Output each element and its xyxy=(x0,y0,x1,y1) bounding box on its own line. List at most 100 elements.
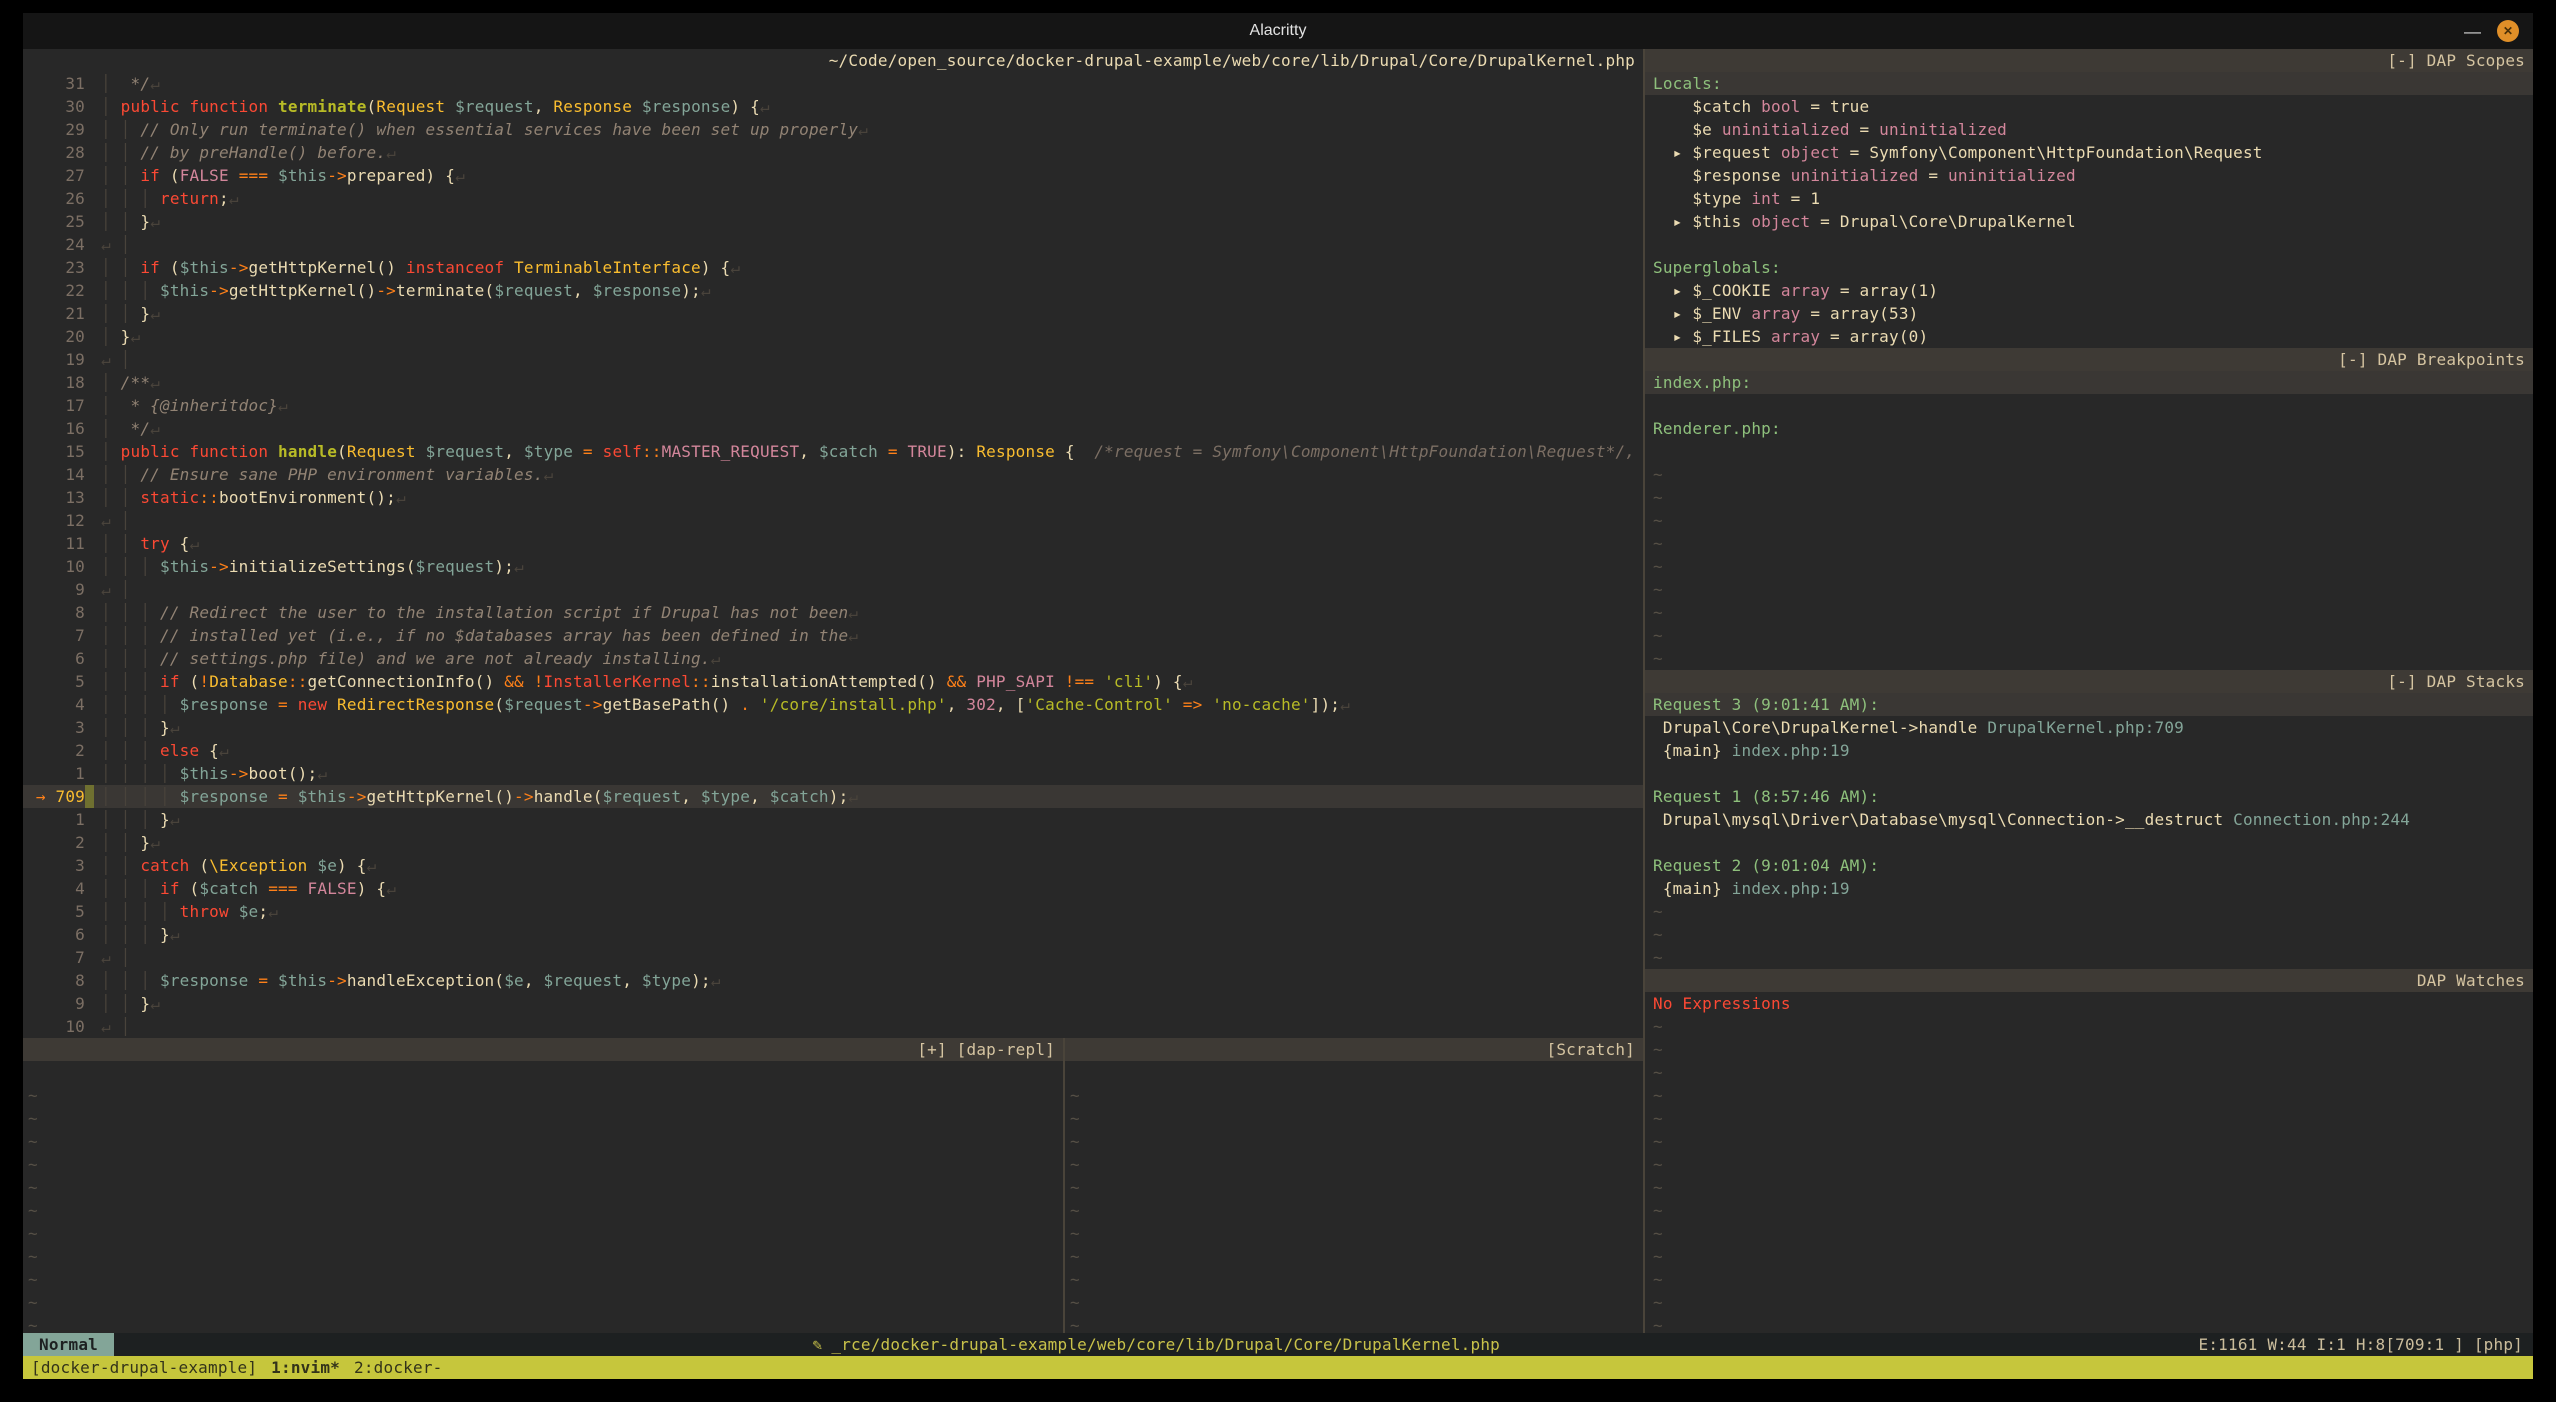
breakpoint-line[interactable]: ~ xyxy=(1645,578,2533,601)
watch-line[interactable]: ~ xyxy=(1645,1314,2533,1333)
dap-breakpoints-header[interactable]: [-] DAP Breakpoints xyxy=(1645,348,2533,371)
dap-scopes-header[interactable]: [-] DAP Scopes xyxy=(1645,49,2533,72)
scope-line[interactable] xyxy=(1645,233,2533,256)
tmux-window-1[interactable]: 1:nvim* xyxy=(271,1356,340,1379)
scratch-line[interactable]: ~ xyxy=(1065,1291,1643,1314)
scope-line[interactable]: ▸ $_ENV array = array(53) xyxy=(1645,302,2533,325)
breakpoint-line[interactable]: Renderer.php: xyxy=(1645,417,2533,440)
breakpoint-line[interactable]: ~ xyxy=(1645,647,2533,670)
breakpoint-line[interactable]: ~ xyxy=(1645,486,2533,509)
minimize-button[interactable]: — xyxy=(2464,23,2481,40)
code-line[interactable]: 11│ │ try {↵ xyxy=(23,532,1643,555)
watch-line[interactable]: ~ xyxy=(1645,1015,2533,1038)
code-line[interactable]: 1│ │ │ }↵ xyxy=(23,808,1643,831)
code-line[interactable]: 3│ │ catch (\Exception $e) {↵ xyxy=(23,854,1643,877)
dap-watches-header[interactable]: DAP Watches xyxy=(1645,969,2533,992)
scratch-line[interactable]: ~ xyxy=(1065,1245,1643,1268)
code-line[interactable]: 21│ │ }↵ xyxy=(23,302,1643,325)
watch-line[interactable]: ~ xyxy=(1645,1199,2533,1222)
breakpoint-line[interactable]: ~ xyxy=(1645,463,2533,486)
stacks-lines[interactable]: Request 3 (9:01:41 AM): Drupal\Core\Drup… xyxy=(1645,693,2533,969)
code-line[interactable]: 8│ │ │ // Redirect the user to the insta… xyxy=(23,601,1643,624)
code-line[interactable]: 14│ │ // Ensure sane PHP environment var… xyxy=(23,463,1643,486)
code-line[interactable]: 22│ │ │ $this->getHttpKernel()->terminat… xyxy=(23,279,1643,302)
scratch-line[interactable]: ~ xyxy=(1065,1107,1643,1130)
breakpoint-line[interactable]: index.php: xyxy=(1645,371,2533,394)
code-line[interactable]: 4│ │ │ if ($catch === FALSE) {↵ xyxy=(23,877,1643,900)
code-line[interactable]: 4│ │ │ │ $response = new RedirectRespons… xyxy=(23,693,1643,716)
watch-line[interactable]: ~ xyxy=(1645,1176,2533,1199)
repl-line[interactable]: ~ xyxy=(23,1084,1063,1107)
code-line[interactable]: 8│ │ │ $response = $this->handleExceptio… xyxy=(23,969,1643,992)
breakpoint-line[interactable]: ~ xyxy=(1645,624,2533,647)
scope-line[interactable]: $catch bool = true xyxy=(1645,95,2533,118)
scratch-line[interactable]: ~ xyxy=(1065,1268,1643,1291)
scope-line[interactable]: $e uninitialized = uninitialized xyxy=(1645,118,2533,141)
code-line[interactable]: 2│ │ │ else {↵ xyxy=(23,739,1643,762)
code-line[interactable]: 3│ │ │ }↵ xyxy=(23,716,1643,739)
stack-line[interactable]: Drupal\mysql\Driver\Database\mysql\Conne… xyxy=(1645,808,2533,831)
scope-line[interactable]: Superglobals: xyxy=(1645,256,2533,279)
breakpoint-line[interactable]: ~ xyxy=(1645,601,2533,624)
code-line[interactable]: 10│ │ │ $this->initializeSettings($reque… xyxy=(23,555,1643,578)
scope-line[interactable]: $response uninitialized = uninitialized xyxy=(1645,164,2533,187)
dap-stacks-header[interactable]: [-] DAP Stacks xyxy=(1645,670,2533,693)
repl-line[interactable]: ~ xyxy=(23,1153,1063,1176)
code-line[interactable]: 25│ │ }↵ xyxy=(23,210,1643,233)
code-line[interactable]: 12↵ │ xyxy=(23,509,1643,532)
code-line[interactable]: 10↵ │ xyxy=(23,1015,1643,1038)
scratch-line[interactable]: ~ xyxy=(1065,1199,1643,1222)
code-line[interactable]: 2│ │ }↵ xyxy=(23,831,1643,854)
watch-line[interactable]: ~ xyxy=(1645,1038,2533,1061)
repl-line[interactable]: ~ xyxy=(23,1222,1063,1245)
dap-repl-winbar[interactable]: [+] [dap-repl] xyxy=(23,1038,1063,1061)
scope-line[interactable]: Locals: xyxy=(1645,72,2533,95)
watch-line[interactable]: ~ xyxy=(1645,1107,2533,1130)
breakpoint-line[interactable]: ~ xyxy=(1645,555,2533,578)
code-line[interactable]: 16│ */↵ xyxy=(23,417,1643,440)
watch-line[interactable]: No Expressions xyxy=(1645,992,2533,1015)
watch-line[interactable]: ~ xyxy=(1645,1061,2533,1084)
code-line[interactable]: 9↵ │ xyxy=(23,578,1643,601)
scratch-line[interactable]: ~ xyxy=(1065,1153,1643,1176)
stack-line[interactable]: {main} index.php:19 xyxy=(1645,877,2533,900)
stack-line[interactable]: {main} index.php:19 xyxy=(1645,739,2533,762)
watch-line[interactable]: ~ xyxy=(1645,1130,2533,1153)
watch-line[interactable]: ~ xyxy=(1645,1291,2533,1314)
repl-line[interactable]: ~ xyxy=(23,1314,1063,1333)
scratch-line[interactable]: ~ xyxy=(1065,1084,1643,1107)
code-line[interactable]: 1│ │ │ │ $this->boot();↵ xyxy=(23,762,1643,785)
breakpoint-line[interactable]: ~ xyxy=(1645,532,2533,555)
watches-lines[interactable]: No Expressions~~~~~~~~~~~~~~ xyxy=(1645,992,2533,1333)
stack-line[interactable]: Request 3 (9:01:41 AM): xyxy=(1645,693,2533,716)
scratch-line[interactable]: ~ xyxy=(1065,1222,1643,1245)
watch-line[interactable]: ~ xyxy=(1645,1245,2533,1268)
repl-line[interactable]: ~ xyxy=(23,1107,1063,1130)
code-line[interactable]: 30│ public function terminate(Request $r… xyxy=(23,95,1643,118)
code-line[interactable]: 28│ │ // by preHandle() before.↵ xyxy=(23,141,1643,164)
code-line[interactable]: 6│ │ │ // settings.php file) and we are … xyxy=(23,647,1643,670)
scope-line[interactable]: ▸ $_COOKIE array = array(1) xyxy=(1645,279,2533,302)
watch-line[interactable]: ~ xyxy=(1645,1084,2533,1107)
code-line[interactable]: 7↵ │ xyxy=(23,946,1643,969)
code-line[interactable]: 6│ │ │ }↵ xyxy=(23,923,1643,946)
stack-line[interactable]: ~ xyxy=(1645,946,2533,969)
code-lines[interactable]: 31│ */↵30│ public function terminate(Req… xyxy=(23,72,1643,1038)
code-line[interactable]: 5│ │ │ │ throw $e;↵ xyxy=(23,900,1643,923)
breakpoints-lines[interactable]: index.php:Renderer.php:~~~~~~~~~ xyxy=(1645,371,2533,670)
scope-line[interactable]: ▸ $_FILES array = array(0) xyxy=(1645,325,2533,348)
repl-line[interactable]: ~ xyxy=(23,1199,1063,1222)
repl-line[interactable]: ~ xyxy=(23,1130,1063,1153)
scope-line[interactable]: ▸ $this object = Drupal\Core\DrupalKerne… xyxy=(1645,210,2533,233)
scratch-lines[interactable]: ~~~~~~~~~~~ xyxy=(1065,1061,1643,1333)
watch-line[interactable]: ~ xyxy=(1645,1153,2533,1176)
repl-line[interactable]: ~ xyxy=(23,1176,1063,1199)
scratch-line[interactable]: ~ xyxy=(1065,1130,1643,1153)
repl-line[interactable]: ~ xyxy=(23,1291,1063,1314)
scratch-line[interactable]: ~ xyxy=(1065,1314,1643,1333)
close-button[interactable]: ✕ xyxy=(2497,20,2519,42)
code-line[interactable]: → 709│ │ │ │ $response = $this->getHttpK… xyxy=(23,785,1643,808)
code-line[interactable]: 19↵ │ xyxy=(23,348,1643,371)
scopes-lines[interactable]: Locals: $catch bool = true $e uninitiali… xyxy=(1645,72,2533,348)
code-line[interactable]: 9│ │ }↵ xyxy=(23,992,1643,1015)
